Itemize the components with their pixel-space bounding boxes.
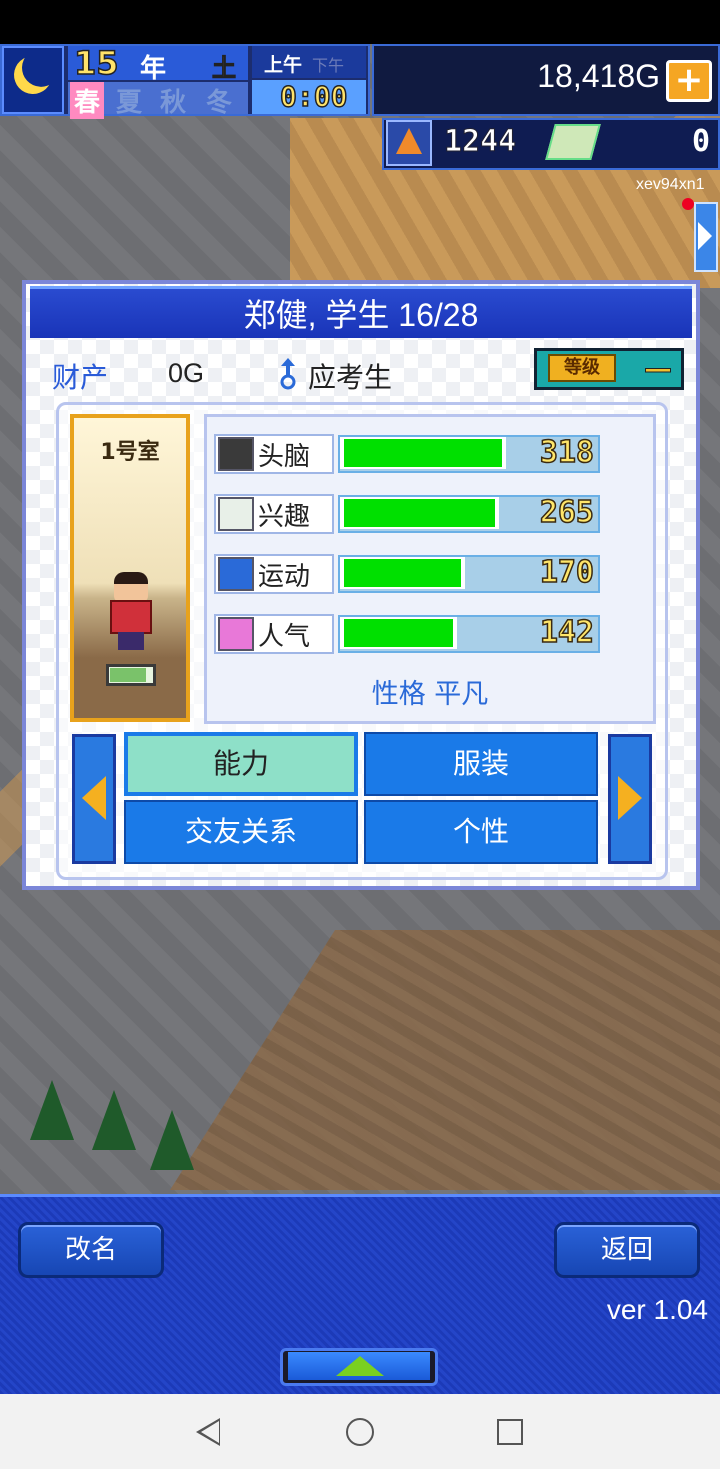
add-money-button[interactable]: + xyxy=(666,60,712,102)
money-amount: 18,418G xyxy=(537,58,660,94)
stat-value: 170 xyxy=(539,554,595,591)
season-winter: 冬 xyxy=(206,88,233,118)
asset-label: 财产 xyxy=(52,361,109,394)
ticket-icon xyxy=(545,124,601,160)
status-bar xyxy=(0,0,720,44)
tab-personality[interactable]: 个性 xyxy=(364,800,598,864)
nav-home-button[interactable] xyxy=(346,1418,374,1446)
nav-recents-button[interactable] xyxy=(497,1419,523,1445)
tree-icon xyxy=(30,1080,74,1140)
stat-name: 头脑 xyxy=(258,442,311,472)
triangle-up-icon xyxy=(336,1356,384,1376)
asset-value: 0G xyxy=(168,358,205,388)
arrow-right-icon xyxy=(618,776,642,820)
character-legs xyxy=(118,632,144,650)
character-body xyxy=(110,600,152,634)
tab-friends[interactable]: 交友关系 xyxy=(124,800,358,864)
back-triangle-icon xyxy=(201,1421,219,1443)
dialog-title: 郑健, 学生 16/28 xyxy=(243,297,479,333)
stat-bar-fill xyxy=(344,559,461,587)
role-icon xyxy=(280,358,296,390)
version-label: ver 1.04 xyxy=(606,1294,708,1325)
pm-label: 下午 xyxy=(312,56,345,75)
year-label: 年 xyxy=(140,54,167,84)
rename-button[interactable]: 改名 xyxy=(18,1222,164,1278)
stat-name: 人气 xyxy=(258,622,311,652)
interest-icon xyxy=(218,497,254,531)
level-label: 等级 xyxy=(548,354,616,382)
game-clock: 0:00 xyxy=(279,79,348,114)
tree-icon xyxy=(150,1110,194,1170)
popularity-icon xyxy=(218,617,254,651)
stat-name: 兴趣 xyxy=(258,502,311,532)
season-autumn: 秋 xyxy=(160,88,187,118)
flask-icon xyxy=(396,128,422,154)
sport-icon xyxy=(218,557,254,591)
tree-icon xyxy=(92,1090,136,1150)
personality-label: 性格 平凡 xyxy=(371,679,489,710)
stat-bar-fill xyxy=(344,499,495,527)
battery-level xyxy=(110,668,146,682)
arrow-left-icon xyxy=(82,776,106,820)
role-label: 应考生 xyxy=(308,361,393,394)
stat-value: 142 xyxy=(539,614,595,651)
year-number: 15 xyxy=(73,43,119,83)
stat-value: 318 xyxy=(539,434,595,471)
am-label: 上午 xyxy=(264,54,303,76)
chevron-right-icon xyxy=(698,222,712,250)
tab-ability[interactable]: 能力 xyxy=(124,732,358,796)
ticket-count: 0 xyxy=(691,124,710,159)
stat-value: 265 xyxy=(539,494,595,531)
stat-name: 运动 xyxy=(258,562,311,592)
character-head xyxy=(114,572,148,602)
brain-icon xyxy=(218,437,254,471)
stat-bar-fill xyxy=(344,619,453,647)
level-value: — xyxy=(644,352,673,386)
user-id: xev94xn1 xyxy=(636,176,705,193)
room-label: 1号室 xyxy=(100,440,160,465)
season-summer: 夏 xyxy=(116,88,143,118)
back-button[interactable]: 返回 xyxy=(554,1222,700,1278)
notification-dot xyxy=(682,198,694,210)
stat-bar-fill xyxy=(344,439,502,467)
research-points: 1244 xyxy=(443,124,517,160)
season-spring: 春 xyxy=(70,82,105,119)
tab-outfit[interactable]: 服装 xyxy=(364,732,598,796)
weekday-label: 土 xyxy=(212,54,237,83)
